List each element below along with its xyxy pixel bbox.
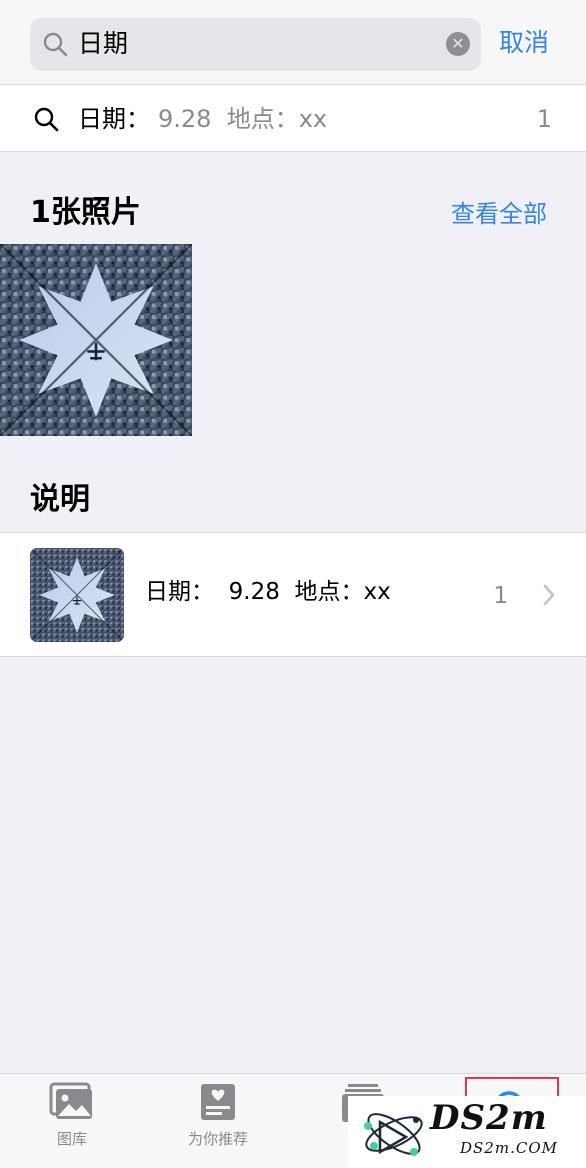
- photo-library-icon: [49, 1082, 92, 1119]
- search-bar: 日期 ✕ 取消: [0, 0, 586, 84]
- caption-result-row[interactable]: 日期： 9.28 地点：xx 1: [0, 532, 586, 657]
- photo-thumbnail[interactable]: [0, 244, 192, 436]
- watermark-logo: DS2m DS2m.COM: [348, 1096, 586, 1168]
- search-icon: [34, 107, 59, 132]
- photos-section-title: 1张照片: [30, 195, 141, 230]
- tab-library[interactable]: 图库: [27, 1082, 117, 1162]
- search-query-text[interactable]: 日期: [78, 27, 128, 61]
- search-input[interactable]: 日期 ✕: [30, 18, 481, 71]
- captions-section-title: 说明: [30, 482, 90, 517]
- photo-image: [0, 244, 192, 436]
- tab-for-you[interactable]: 为你推荐: [173, 1082, 263, 1162]
- search-icon: [43, 32, 68, 57]
- suggestion-count: 1: [536, 105, 552, 133]
- clear-icon[interactable]: ✕: [446, 32, 470, 56]
- watermark-sub-text: DS2m.COM: [460, 1139, 558, 1157]
- caption-text: 日期： 9.28 地点：xx: [145, 579, 391, 605]
- caption-count: 1: [493, 583, 508, 609]
- caption-thumbnail: [30, 548, 124, 642]
- see-all-button[interactable]: 查看全部: [451, 197, 547, 231]
- chevron-right-icon: [543, 584, 555, 606]
- search-suggestion-row[interactable]: 日期： 9.28 地点：xx 1: [0, 84, 586, 152]
- watermark-main-text: DS2m: [430, 1098, 548, 1138]
- atom-logo-icon: [364, 1113, 423, 1156]
- tab-library-label: 图库: [56, 1130, 87, 1148]
- suggestion-key: 日期：: [78, 105, 150, 133]
- tab-for-you-label: 为你推荐: [187, 1130, 248, 1148]
- suggestion-value: 9.28 地点：xx: [158, 105, 328, 133]
- for-you-icon: [201, 1084, 235, 1120]
- cancel-button[interactable]: 取消: [499, 26, 549, 60]
